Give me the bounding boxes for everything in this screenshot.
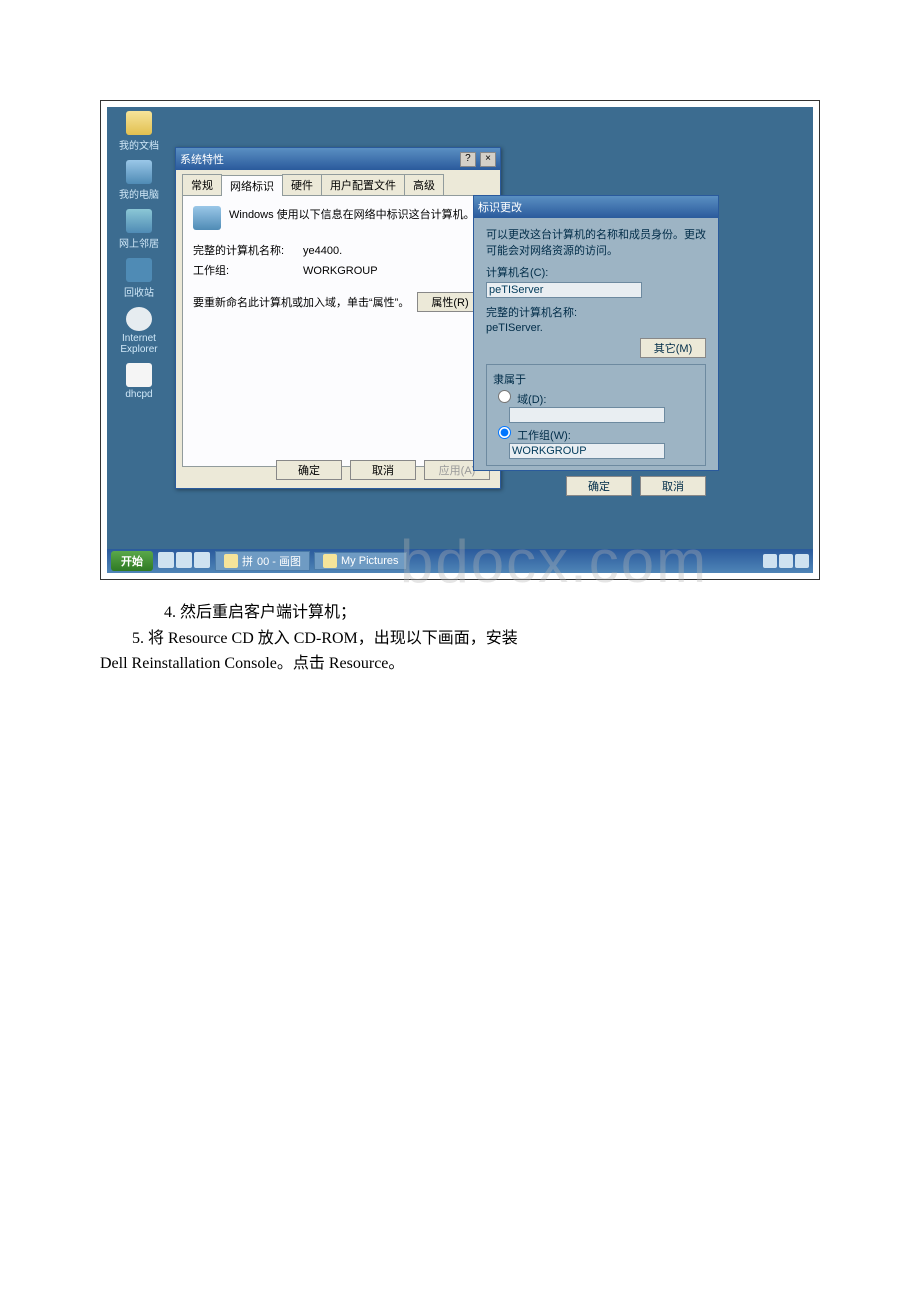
- step-5-text: 5. 将 Resource CD 放入 CD-ROM，出现以下画面，安装: [100, 626, 820, 652]
- system-tray[interactable]: [763, 554, 809, 568]
- tray-icon[interactable]: [779, 554, 793, 568]
- ok-button[interactable]: 确定: [566, 476, 632, 496]
- tray-icon[interactable]: [795, 554, 809, 568]
- identification-changes-window: 标识更改 可以更改这台计算机的名称和成员身份。更改可能会对网络资源的访问。 计算…: [473, 195, 719, 471]
- computer-name-input[interactable]: [486, 282, 642, 298]
- member-of-group: 隶属于 域(D): 工作组(W):: [486, 364, 706, 466]
- full-computer-name-value: peTIServer.: [486, 322, 706, 334]
- fullname-label: 完整的计算机名称:: [193, 242, 303, 258]
- workgroup-radio[interactable]: [498, 426, 511, 439]
- help-icon[interactable]: ?: [460, 152, 476, 167]
- ok-button[interactable]: 确定: [276, 460, 342, 480]
- member-of-label: 隶属于: [493, 371, 699, 387]
- domain-radio[interactable]: [498, 390, 511, 403]
- titlebar[interactable]: 标识更改: [474, 196, 718, 218]
- recycle-bin-icon: [126, 258, 152, 282]
- folder-icon: [323, 554, 337, 568]
- windows-desktop-screenshot: 我的文档 我的电脑 网上邻居 回收站 Internet Explorer dhc…: [107, 107, 813, 573]
- domain-label: 域(D):: [517, 394, 546, 406]
- tab-body: Windows 使用以下信息在网络中标识这台计算机。 完整的计算机名称:ye44…: [182, 195, 494, 467]
- taskbar-button-label: 00 - 画图: [257, 553, 301, 569]
- workgroup-label: 工作组:: [193, 262, 303, 278]
- desktop-icon-label: 我的电脑: [119, 190, 159, 201]
- workgroup-input[interactable]: [509, 443, 665, 459]
- window-title: 标识更改: [478, 199, 522, 215]
- rename-hint: 要重新命名此计算机或加入域，单击“属性”。: [193, 294, 409, 310]
- domain-input[interactable]: [509, 407, 665, 423]
- tab-advanced[interactable]: 高级: [404, 174, 444, 195]
- desktop-icon-label: 我的文档: [119, 141, 159, 152]
- folder-icon: [126, 111, 152, 135]
- close-icon[interactable]: ×: [480, 152, 496, 167]
- cancel-button[interactable]: 取消: [640, 476, 706, 496]
- tab-user-profiles[interactable]: 用户配置文件: [321, 174, 405, 195]
- taskbar-button-mypictures[interactable]: My Pictures: [314, 552, 407, 570]
- system-properties-window: 系统特性 ? × 常规 网络标识 硬件 用户配置文件 高级 Wi: [175, 147, 501, 489]
- network-icon: [126, 209, 152, 233]
- full-computer-name-label: 完整的计算机名称:: [486, 304, 706, 320]
- tab-hardware[interactable]: 硬件: [282, 174, 322, 195]
- computer-name-label: 计算机名(C):: [486, 264, 706, 280]
- desktop-icon-mycomputer[interactable]: 我的电脑: [111, 160, 167, 201]
- step-5b-text: Dell Reinstallation Console。点击 Resource。: [100, 651, 820, 677]
- taskbar-button-label: My Pictures: [341, 555, 398, 567]
- window-title: 系统特性: [180, 151, 224, 167]
- workgroup-value: WORKGROUP: [303, 265, 378, 277]
- tabstrip: 常规 网络标识 硬件 用户配置文件 高级: [176, 170, 500, 195]
- taskbar: 开始 拼00 - 画图 My Pictures: [107, 549, 813, 573]
- tab-network-id[interactable]: 网络标识: [221, 175, 283, 196]
- description-text: 可以更改这台计算机的名称和成员身份。更改可能会对网络资源的访问。: [486, 226, 706, 258]
- file-icon: [126, 363, 152, 387]
- cancel-button[interactable]: 取消: [350, 460, 416, 480]
- info-text: Windows 使用以下信息在网络中标识这台计算机。: [229, 206, 475, 222]
- taskbar-button-paint[interactable]: 拼00 - 画图: [215, 551, 310, 571]
- paint-icon: [224, 554, 238, 568]
- tray-icon[interactable]: [763, 554, 777, 568]
- desktop-icon-label: 回收站: [124, 288, 154, 299]
- step-4-text: 4. 然后重启客户端计算机；: [100, 600, 820, 626]
- desktop-icon-ie[interactable]: Internet Explorer: [111, 307, 167, 355]
- computer-icon: [193, 206, 221, 230]
- quick-launch[interactable]: [157, 552, 211, 571]
- titlebar[interactable]: 系统特性 ? ×: [176, 148, 500, 170]
- desktop-icon-network[interactable]: 网上邻居: [111, 209, 167, 250]
- start-button[interactable]: 开始: [111, 551, 153, 571]
- desktop-icon-label: 网上邻居: [119, 239, 159, 250]
- desktop-icon-mydocs[interactable]: 我的文档: [111, 111, 167, 152]
- fullname-value: ye4400.: [303, 245, 342, 257]
- computer-icon: [126, 160, 152, 184]
- more-button[interactable]: 其它(M): [640, 338, 706, 358]
- workgroup-label: 工作组(W):: [517, 430, 571, 442]
- tab-general[interactable]: 常规: [182, 174, 222, 195]
- desktop-icon-dhcpd[interactable]: dhcpd: [111, 363, 167, 400]
- desktop-icon-label: Internet Explorer: [120, 333, 157, 355]
- ime-indicator: 拼: [242, 553, 253, 569]
- desktop-icon-recycle[interactable]: 回收站: [111, 258, 167, 299]
- desktop-icon-label: dhcpd: [125, 389, 152, 400]
- ie-icon: [126, 307, 152, 331]
